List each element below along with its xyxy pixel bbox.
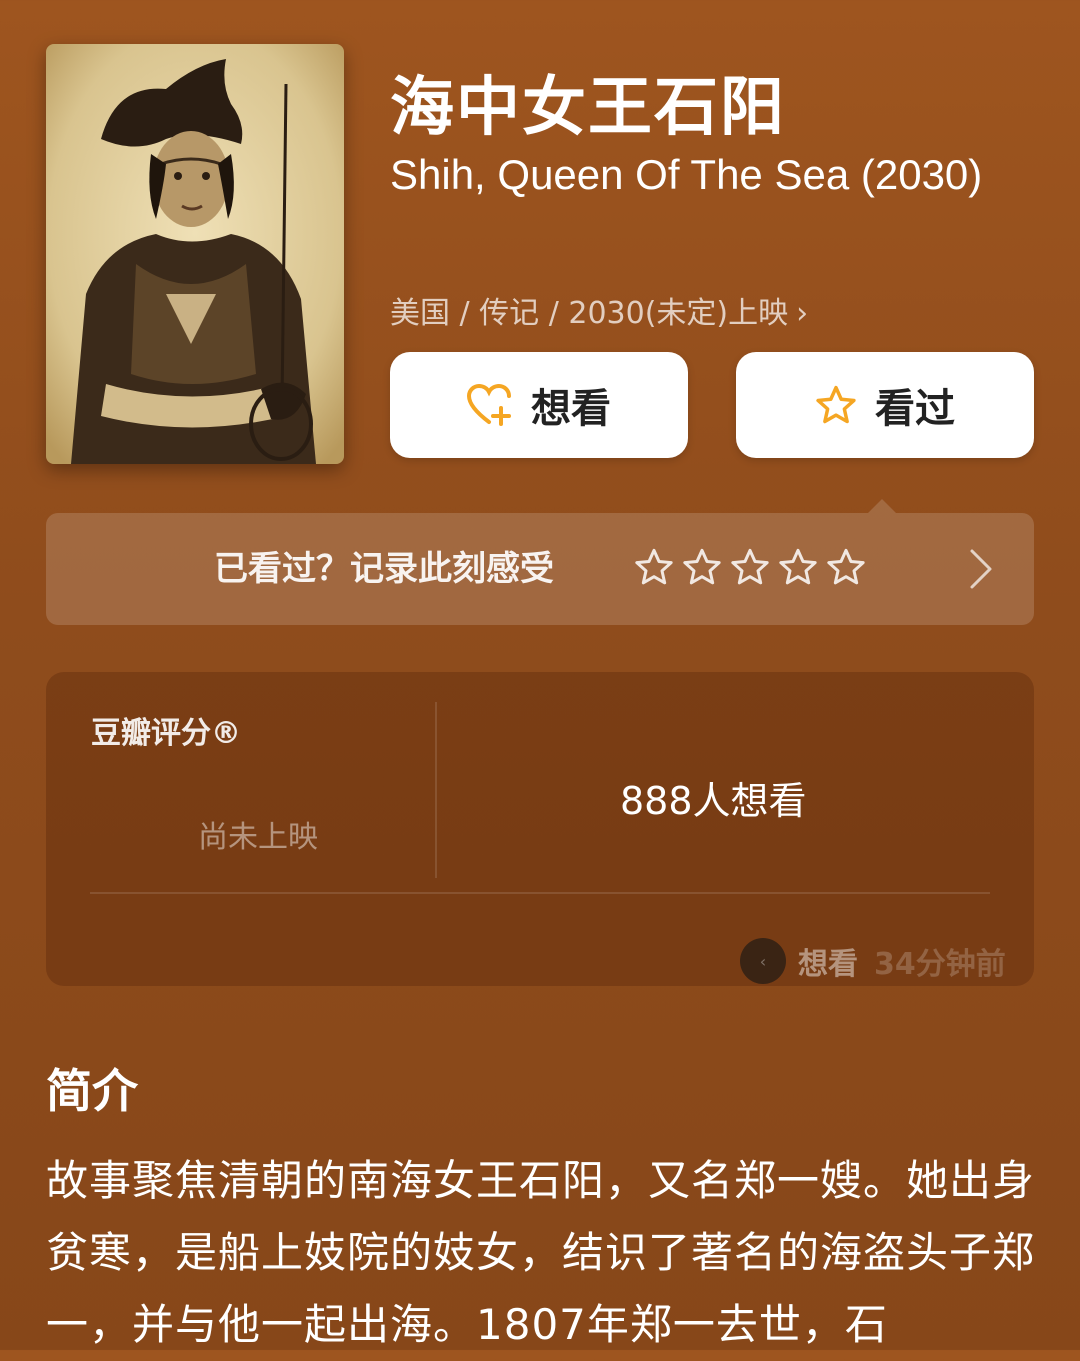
want-count[interactable]: 888人想看	[620, 770, 807, 825]
star-outline-icon[interactable]	[730, 547, 770, 587]
movie-title-en: Shih, Queen Of The Sea (2030)	[390, 151, 983, 198]
movie-title-cn: 海中女王石阳	[390, 71, 786, 145]
horizontal-divider	[90, 892, 990, 894]
star-outline-icon	[816, 385, 856, 424]
seen-label: 看过	[875, 386, 955, 432]
douban-score-label: 豆瓣评分®	[91, 716, 241, 751]
star-outline-icon[interactable]	[826, 547, 866, 587]
star-outline-icon[interactable]	[778, 547, 818, 587]
star-outline-icon[interactable]	[682, 547, 722, 587]
want-to-watch-button[interactable]: 想看	[390, 352, 688, 458]
activity-action: 想看	[798, 947, 858, 982]
rating-stars[interactable]	[634, 547, 866, 587]
douban-score-card[interactable]: 豆瓣评分® 尚未上映 888人想看 ‹ 想看 34分钟前	[46, 672, 1034, 986]
synopsis-text[interactable]: 故事聚焦清朝的南海女王石阳，又名郑一嫂。她出身贫寒，是船上妓院的妓女，结识了著名…	[46, 1145, 1042, 1361]
chevron-right-icon: ›	[796, 296, 809, 331]
poster-illustration	[46, 44, 344, 464]
rating-prompt-text: 已看过？记录此刻感受	[214, 549, 554, 589]
want-label: 想看	[531, 386, 611, 432]
vertical-divider	[435, 702, 437, 878]
score-status: 尚未上映	[198, 820, 318, 855]
synopsis-title: 简介	[46, 1064, 138, 1118]
chevron-right-icon[interactable]	[968, 547, 994, 591]
recent-activity[interactable]: ‹ 想看 34分钟前	[740, 938, 1006, 984]
movie-meta-text: 美国 / 传记 / 2030(未定)上映	[390, 296, 789, 331]
rating-prompt-bar[interactable]: 已看过？记录此刻感受	[46, 499, 1034, 625]
movie-poster[interactable]	[46, 44, 344, 464]
movie-meta-link[interactable]: 美国 / 传记 / 2030(未定)上映 ›	[390, 288, 808, 332]
heart-plus-icon	[467, 384, 511, 426]
activity-time: 34分钟前	[874, 947, 1006, 982]
star-outline-icon[interactable]	[634, 547, 674, 587]
avatar: ‹	[740, 938, 786, 984]
watched-button[interactable]: 看过	[736, 352, 1034, 458]
